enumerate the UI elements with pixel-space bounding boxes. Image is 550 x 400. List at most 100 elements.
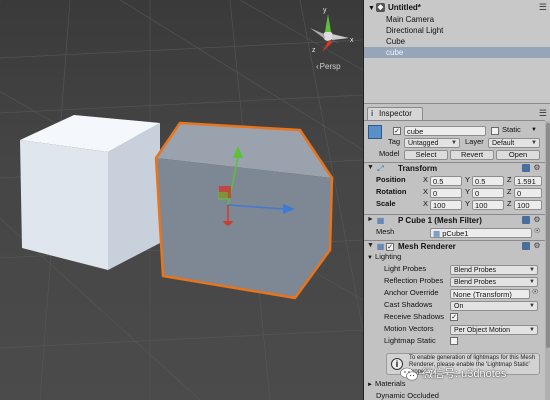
- model-select-button[interactable]: Select: [404, 150, 448, 160]
- expand-arrow-icon[interactable]: ▼: [368, 3, 376, 14]
- receive-shadows-label: Receive Shadows: [384, 312, 445, 321]
- mesh-object-field[interactable]: ▦ pCube1: [430, 228, 532, 238]
- position-z-input[interactable]: 1.591: [514, 176, 542, 186]
- watermark-text: 微信号: u3dnotes: [422, 368, 507, 380]
- scene-name: Untitled*: [388, 3, 421, 12]
- fold-arrow-icon[interactable]: ▼: [367, 164, 374, 171]
- right-panel: ▼ ◆ Untitled* ☰ Main Camera Directional Li…: [363, 0, 550, 400]
- static-dropdown-icon[interactable]: ▼: [531, 125, 537, 135]
- info-icon: i: [371, 109, 374, 118]
- light-probes-label: Light Probes: [384, 264, 427, 273]
- orientation-gizmo[interactable]: y x z: [310, 7, 354, 54]
- dynamic-occluded-label: Dynamic Occluded: [376, 391, 439, 400]
- hierarchy-panel: ▼ ◆ Untitled* ☰ Main Camera Directional Li…: [364, 0, 550, 104]
- inspector-menu-icon[interactable]: ☰: [539, 108, 547, 119]
- transform-icon: ⤢: [377, 164, 384, 173]
- scale-z-input[interactable]: 100: [514, 200, 542, 210]
- watermark: 微信号: u3dnotes: [400, 364, 506, 384]
- fold-arrow-icon[interactable]: ▼: [367, 255, 373, 261]
- mesh-type-icon: ▦: [433, 229, 441, 238]
- mesh-renderer-header[interactable]: ▼ ▦ ✓ Mesh Renderer ⚙: [364, 240, 545, 252]
- motion-vectors-label: Motion Vectors: [384, 324, 434, 333]
- static-checkbox[interactable]: [491, 127, 499, 135]
- mesh-filter-icon: ▦: [376, 216, 385, 225]
- model-open-button[interactable]: Open: [496, 150, 540, 160]
- tab-inspector[interactable]: i Inspector: [367, 107, 423, 120]
- axis-z-label: Z: [507, 187, 512, 196]
- axis-y-label: Y: [465, 199, 471, 208]
- position-x-input[interactable]: 0.5: [430, 176, 462, 186]
- reflection-probes-dropdown[interactable]: Blend Probes ▼: [450, 277, 538, 287]
- chevron-down-icon: ▼: [529, 267, 535, 273]
- lighting-foldout[interactable]: ▼ Lighting: [367, 252, 401, 263]
- hierarchy-scene-row[interactable]: ▼ ◆ Untitled*: [368, 2, 421, 13]
- gear-icon[interactable]: ⚙: [533, 216, 541, 224]
- inspector-content: ✓ cube Static ▼ Tag Untagged ▼ Layer Defa…: [364, 120, 545, 400]
- scale-x-input[interactable]: 100: [430, 200, 462, 210]
- scene-canvas[interactable]: y x z: [0, 0, 363, 400]
- object-picker-icon[interactable]: ☉: [532, 288, 538, 298]
- scrollbar-thumb[interactable]: [546, 123, 550, 348]
- rotation-x-input[interactable]: 0: [430, 188, 462, 198]
- object-name-input[interactable]: cube: [404, 126, 486, 136]
- axis-x-label: X: [423, 187, 429, 196]
- mesh-renderer-enabled-checkbox[interactable]: ✓: [386, 243, 394, 251]
- rotation-z-input[interactable]: 0: [514, 188, 542, 198]
- layer-dropdown[interactable]: Default ▼: [488, 138, 540, 148]
- hierarchy-item-cube-selected[interactable]: cube: [364, 47, 550, 58]
- fold-arrow-icon[interactable]: ►: [367, 216, 374, 223]
- static-label: Static: [502, 125, 521, 134]
- rotation-y-input[interactable]: 0: [472, 188, 504, 198]
- model-label: Model: [379, 149, 400, 158]
- perspective-label[interactable]: ‹Persp: [316, 62, 341, 71]
- gear-icon[interactable]: ⚙: [533, 164, 541, 172]
- receive-shadows-checkbox[interactable]: ✓: [450, 313, 458, 321]
- help-book-icon[interactable]: [522, 242, 530, 250]
- active-checkbox[interactable]: ✓: [393, 127, 401, 135]
- reflection-probes-label: Reflection Probes: [384, 276, 444, 285]
- hierarchy-item-main-camera[interactable]: Main Camera: [386, 14, 434, 25]
- white-cube[interactable]: [20, 115, 160, 270]
- tag-dropdown[interactable]: Untagged ▼: [404, 138, 460, 148]
- layer-label: Layer: [465, 137, 484, 146]
- position-y-input[interactable]: 0.5: [472, 176, 504, 186]
- object-picker-icon[interactable]: ☉: [534, 227, 540, 237]
- light-probes-dropdown[interactable]: Blend Probes ▼: [450, 265, 538, 275]
- rotation-label: Rotation: [376, 187, 407, 196]
- hierarchy-item-cube[interactable]: Cube: [386, 36, 405, 47]
- help-book-icon[interactable]: [522, 164, 530, 172]
- axis-z-label: Z: [507, 175, 512, 184]
- perspective-icon: ‹: [316, 62, 319, 71]
- model-revert-button[interactable]: Revert: [450, 150, 494, 160]
- mesh-label: Mesh: [376, 227, 395, 236]
- layer-value: Default: [492, 140, 515, 147]
- axis-x-label: X: [423, 175, 429, 184]
- transform-title: Transform: [398, 164, 438, 173]
- lightmap-static-label: Lightmap Static: [384, 336, 436, 345]
- light-probes-value: Blend Probes: [454, 267, 497, 274]
- reflection-probes-value: Blend Probes: [454, 279, 497, 286]
- motion-vectors-dropdown[interactable]: Per Object Motion ▼: [450, 325, 538, 335]
- lightmap-static-checkbox[interactable]: [450, 337, 458, 345]
- tag-value: Untagged: [408, 140, 439, 147]
- cast-shadows-dropdown[interactable]: On ▼: [450, 301, 538, 311]
- axis-y-label: Y: [465, 175, 471, 184]
- axis-x-label: X: [423, 199, 429, 208]
- chevron-down-icon: ▼: [451, 140, 457, 146]
- inspector-scrollbar[interactable]: [545, 121, 550, 400]
- transform-header[interactable]: ▼ ⤢ Transform ⚙: [364, 162, 545, 174]
- gear-icon[interactable]: ⚙: [533, 242, 541, 250]
- scale-y-input[interactable]: 100: [472, 200, 504, 210]
- gizmo-x-label: x: [350, 37, 354, 44]
- hierarchy-menu-icon[interactable]: ☰: [539, 2, 547, 13]
- anchor-override-field[interactable]: None (Transform): [450, 289, 530, 299]
- fold-arrow-icon[interactable]: ▼: [367, 242, 374, 249]
- scene-view[interactable]: y x z ‹Persp: [0, 0, 363, 400]
- scene-icon: ◆: [376, 3, 385, 13]
- hierarchy-item-directional-light[interactable]: Directional Light: [386, 25, 443, 36]
- fold-arrow-icon[interactable]: ►: [367, 382, 373, 388]
- selected-cube[interactable]: [154, 121, 334, 300]
- mesh-filter-header[interactable]: ► ▦ P Cube 1 (Mesh Filter) ⚙: [364, 214, 545, 226]
- tag-label: Tag: [388, 137, 401, 146]
- help-book-icon[interactable]: [522, 216, 530, 224]
